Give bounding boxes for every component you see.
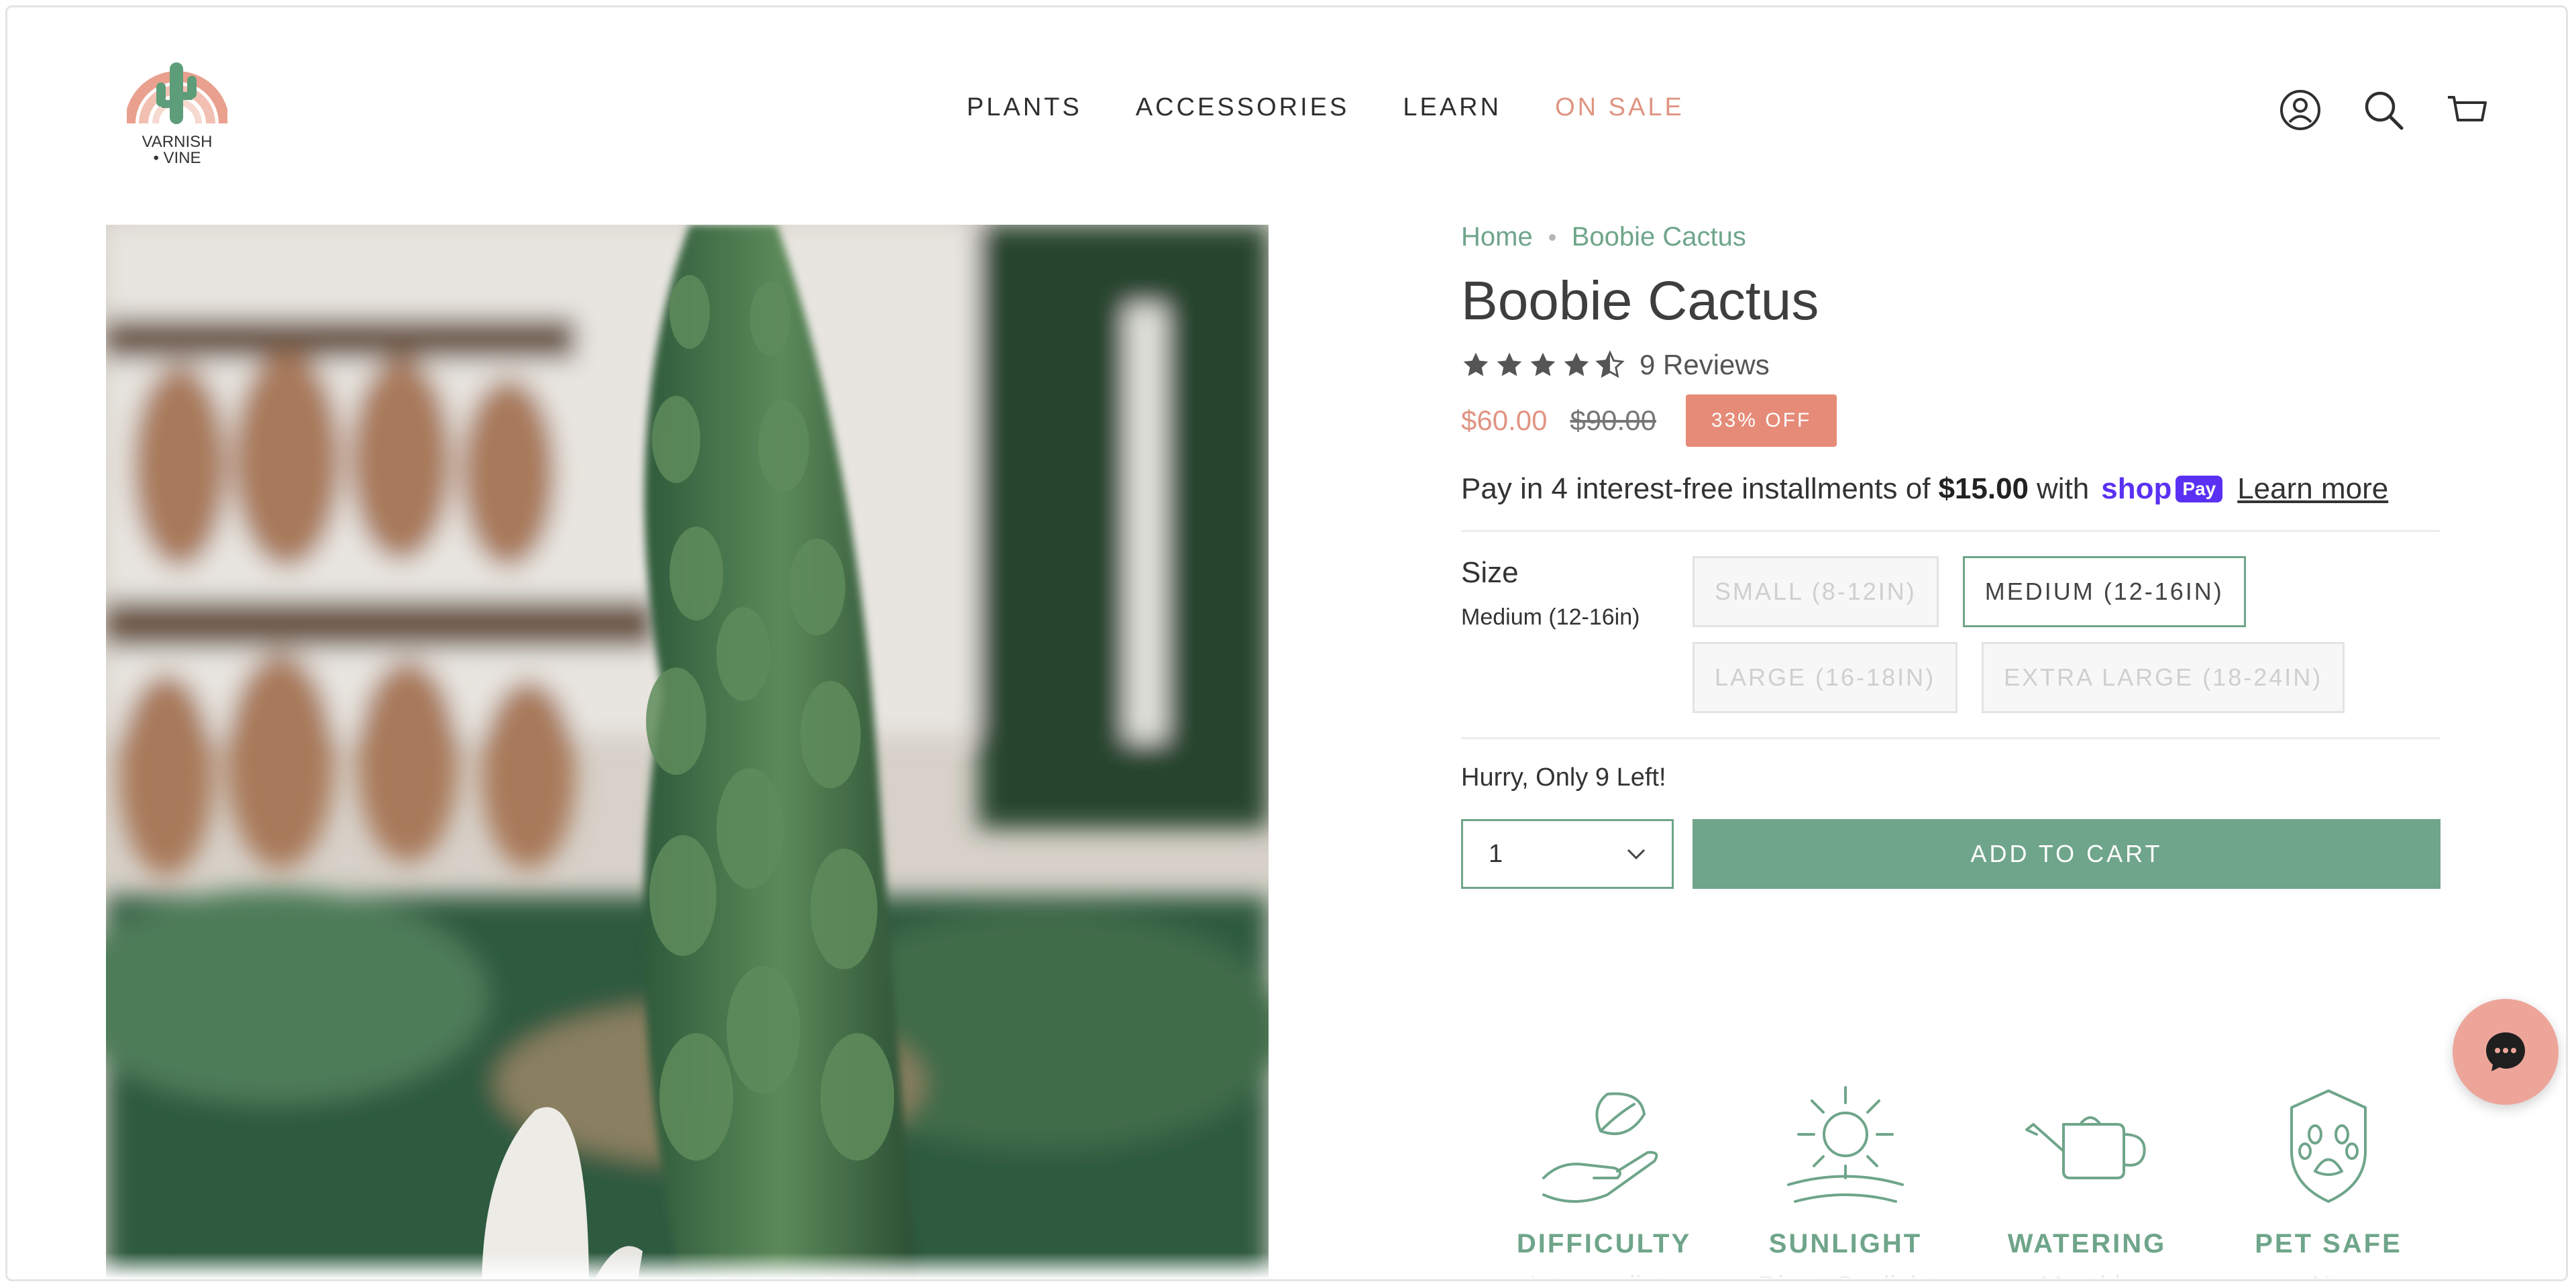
size-option-small[interactable]: SMALL (8-12IN): [1693, 556, 1939, 627]
shop-pay-logo: shop Pay: [2101, 472, 2223, 506]
divider: [1461, 530, 2440, 532]
learn-more-link[interactable]: Learn more: [2237, 472, 2388, 506]
page-frame: VARNISH • VINE PLANTS ACCESSORIES LEARN …: [5, 5, 2568, 1281]
shop-pay-installments: Pay in 4 interest-free installments of $…: [1461, 472, 2440, 506]
chat-icon: [2486, 1032, 2525, 1071]
star-icon: [1530, 352, 1556, 376]
star-icon: [1564, 352, 1589, 376]
cactus-photo: [106, 225, 1269, 1279]
nav-plants[interactable]: PLANTS: [967, 93, 1082, 122]
size-selected: Medium (12-16in): [1461, 604, 1640, 630]
size-selector: Size Medium (12-16in) SMALL (8-12IN) MED…: [1461, 556, 2440, 713]
hand-leaf-icon: [1542, 1092, 1658, 1203]
installments-text: Pay in 4 interest-free installments of: [1461, 472, 1931, 505]
size-option-large[interactable]: LARGE (16-18IN): [1693, 642, 1958, 713]
plant-features: DIFFICULTY Intermediate SUNLIGHT Direct …: [1483, 1077, 2449, 1279]
discount-badge: 33% OFF: [1685, 394, 1837, 447]
nav-accessories[interactable]: ACCESSORIES: [1136, 93, 1350, 122]
size-option-medium[interactable]: MEDIUM (12-16IN): [1962, 556, 2246, 627]
size-label-group: Size Medium (12-16in): [1461, 556, 1693, 713]
account-icon[interactable]: [2278, 88, 2322, 132]
size-label: Size: [1461, 556, 1519, 589]
search-icon[interactable]: [2361, 88, 2406, 132]
breadcrumb-home[interactable]: Home: [1461, 222, 1533, 252]
page-fold-fade: [7, 1252, 2566, 1279]
shop-pay-brand: shop: [2101, 472, 2172, 505]
product-image[interactable]: [106, 225, 1269, 1279]
product-title: Boobie Cactus: [1461, 270, 1819, 331]
header-icons: [2278, 88, 2489, 132]
sun-icon: [1787, 1086, 1904, 1203]
compare-price: $90.00: [1570, 405, 1656, 436]
breadcrumb-separator: [1548, 233, 1556, 241]
brand-name-line2: • VINE: [153, 149, 201, 167]
chevron-down-icon: [1627, 849, 1646, 860]
nav-learn[interactable]: LEARN: [1403, 93, 1501, 122]
main-nav: PLANTS ACCESSORIES LEARN ON SALE: [967, 93, 1684, 122]
size-option-extra-large[interactable]: EXTRA LARGE (18-24IN): [1982, 642, 2345, 713]
breadcrumb: Home Boobie Cactus: [1461, 222, 2440, 252]
price-row: $60.00 $90.00 33% OFF: [1461, 394, 2440, 447]
buy-row: 1 ADD TO CART: [1461, 819, 2440, 889]
feature-sunlight: SUNLIGHT Direct Sunlight: [1725, 1077, 1966, 1279]
cart-icon[interactable]: [2445, 88, 2489, 132]
size-options: SMALL (8-12IN) MEDIUM (12-16IN) LARGE (1…: [1693, 556, 2440, 713]
quantity-value: 1: [1489, 839, 1503, 868]
star-rating: [1461, 350, 1625, 380]
logo-icon: [125, 62, 229, 124]
stock-message: Hurry, Only 9 Left!: [1461, 763, 1666, 792]
divider: [1461, 737, 2440, 739]
paw-shield-icon: [2290, 1089, 2367, 1203]
add-to-cart-button[interactable]: ADD TO CART: [1693, 819, 2440, 889]
feature-watering: WATERING Monthly: [1966, 1077, 2208, 1279]
shop-pay-badge: Pay: [2176, 476, 2223, 502]
half-star-icon: [1595, 350, 1625, 378]
chat-launcher[interactable]: [2453, 999, 2559, 1105]
sale-price: $60.00: [1461, 405, 1548, 436]
feature-difficulty: DIFFICULTY Intermediate: [1483, 1077, 1725, 1279]
product-info: Home Boobie Cactus Boobie Cactus 9 Revie…: [1461, 222, 2440, 889]
feature-pet-safe: PET SAFE No: [2208, 1077, 2449, 1279]
star-icon: [1463, 352, 1489, 376]
breadcrumb-current[interactable]: Boobie Cactus: [1572, 222, 1746, 252]
installment-amount: $15.00: [1938, 472, 2029, 505]
watering-can-icon: [2025, 1116, 2146, 1179]
star-icon: [1497, 352, 1522, 376]
nav-on-sale[interactable]: ON SALE: [1555, 93, 1684, 122]
installments-with: with: [2037, 472, 2090, 505]
brand-logo[interactable]: VARNISH • VINE: [125, 53, 229, 167]
product-rating[interactable]: 9 Reviews: [1461, 349, 2440, 381]
quantity-select[interactable]: 1: [1461, 819, 1674, 889]
review-count[interactable]: 9 Reviews: [1640, 349, 1770, 381]
brand-name-line1: VARNISH: [142, 133, 213, 151]
